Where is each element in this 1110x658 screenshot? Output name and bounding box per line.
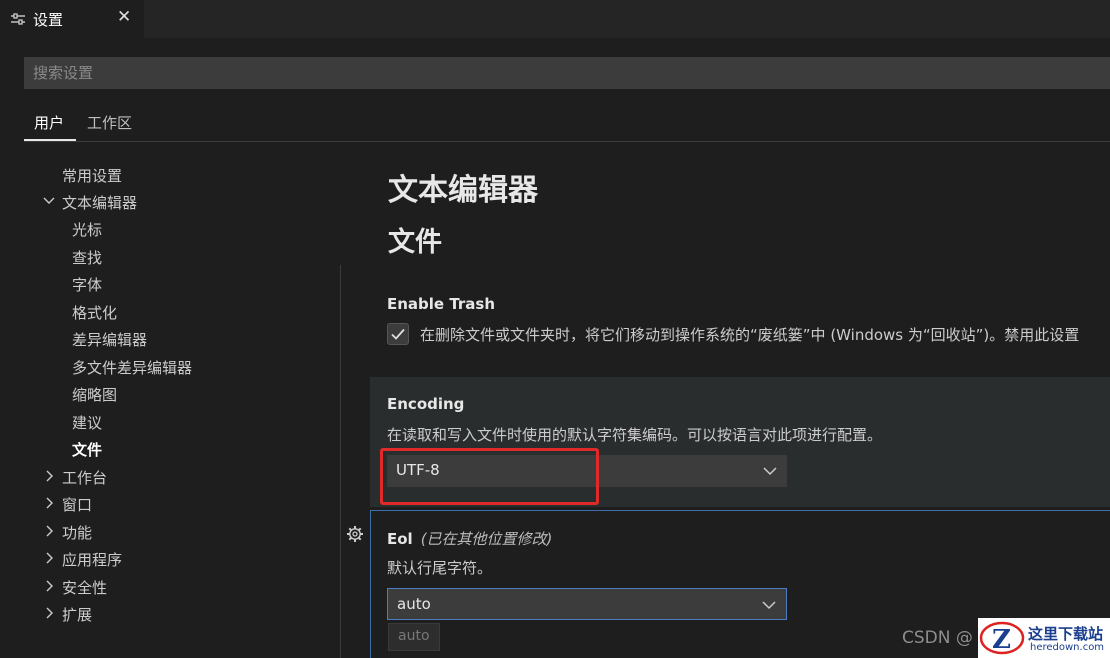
chevron-down-icon: [762, 601, 776, 610]
toc-item-formatting[interactable]: 格式化: [72, 302, 117, 323]
toc-item-label: 扩展: [62, 606, 93, 624]
enable-trash-title: Enable Trash: [387, 295, 496, 313]
toc-item-multi-diff-editor[interactable]: 多文件差异编辑器: [72, 357, 192, 378]
gear-icon[interactable]: [346, 525, 364, 543]
chevron-right-icon: [46, 470, 53, 482]
scope-divider: [24, 141, 1110, 142]
eol-description: 默认行尾字符。: [387, 559, 493, 577]
watermark-domain: heredown.com: [1030, 642, 1105, 653]
settings-tab[interactable]: 设置 ✕: [0, 0, 144, 38]
encoding-title: Encoding: [387, 395, 465, 413]
toc-item-workbench[interactable]: 工作台: [46, 467, 108, 488]
eol-modified-note[interactable]: (已在其他位置修改): [421, 530, 553, 548]
toc-item-label: 功能: [62, 524, 93, 542]
eol-dropdown-option[interactable]: auto: [388, 623, 440, 651]
toc-item-suggestions[interactable]: 建议: [72, 412, 102, 433]
toc-item-window[interactable]: 窗口: [46, 494, 93, 515]
chevron-down-icon: [43, 197, 55, 204]
section-title: 文本编辑器: [388, 173, 538, 208]
eol-select[interactable]: auto: [387, 588, 787, 620]
enable-trash-description: 在删除文件或文件夹时，将它们移动到操作系统的“废纸篓”中 (Windows 为“…: [420, 326, 1080, 344]
toc-item-font[interactable]: 字体: [72, 274, 102, 295]
tab-workspace[interactable]: 工作区: [87, 112, 132, 133]
toc-item-label: 窗口: [62, 496, 93, 514]
toc-item-features[interactable]: 功能: [46, 522, 93, 543]
svg-text:Z: Z: [992, 625, 1011, 655]
close-icon[interactable]: ✕: [117, 7, 131, 27]
toc-item-minimap[interactable]: 缩略图: [72, 384, 117, 405]
chevron-right-icon: [46, 580, 53, 592]
annotation-highlight-box: [380, 448, 599, 505]
toc-item-find[interactable]: 查找: [72, 247, 102, 268]
chevron-right-icon: [46, 525, 53, 537]
watermark-brand: 这里下载站: [1028, 625, 1104, 643]
toc-item-extensions[interactable]: 扩展: [46, 604, 93, 625]
toc-item-application[interactable]: 应用程序: [46, 549, 123, 570]
settings-sliders-icon: [11, 13, 25, 25]
toc-item-label: 安全性: [62, 579, 108, 597]
toc-item-cursor[interactable]: 光标: [72, 219, 102, 240]
watermark-logo: Z 这里下载站 heredown.com: [978, 618, 1110, 658]
toc-item-label: 工作台: [62, 469, 108, 487]
chevron-right-icon: [46, 607, 53, 619]
eol-title: Eol (已在其他位置修改): [387, 528, 552, 549]
tab-user[interactable]: 用户: [34, 112, 64, 133]
chevron-right-icon: [46, 552, 53, 564]
toc-item-common[interactable]: 常用设置: [62, 165, 122, 186]
site-logo-icon: Z: [979, 621, 1025, 655]
toc-item-security[interactable]: 安全性: [46, 577, 108, 598]
toc-item-text-editor[interactable]: 文本编辑器: [43, 192, 138, 213]
eol-title-text: Eol: [387, 530, 413, 548]
chevron-right-icon: [46, 497, 53, 509]
toc-item-diff-editor[interactable]: 差异编辑器: [72, 329, 147, 350]
toc-item-label: 应用程序: [62, 551, 123, 569]
watermark-text: CSDN @: [902, 628, 973, 648]
subsection-title: 文件: [388, 227, 442, 258]
checkmark-icon: [391, 328, 405, 340]
toc-divider: [340, 265, 341, 658]
chevron-down-icon: [763, 467, 777, 476]
enable-trash-checkbox[interactable]: [387, 323, 409, 345]
search-settings-input[interactable]: [24, 57, 1110, 89]
toc-item-files[interactable]: 文件: [72, 439, 102, 460]
eol-select-value: auto: [397, 595, 431, 613]
encoding-description: 在读取和写入文件时使用的默认字符集编码。可以按语言对此项进行配置。: [387, 426, 883, 444]
editor-tab-bar: 设置 ✕: [0, 0, 1110, 38]
toc-item-label: 文本编辑器: [62, 194, 138, 212]
settings-tab-label: 设置: [33, 11, 64, 29]
